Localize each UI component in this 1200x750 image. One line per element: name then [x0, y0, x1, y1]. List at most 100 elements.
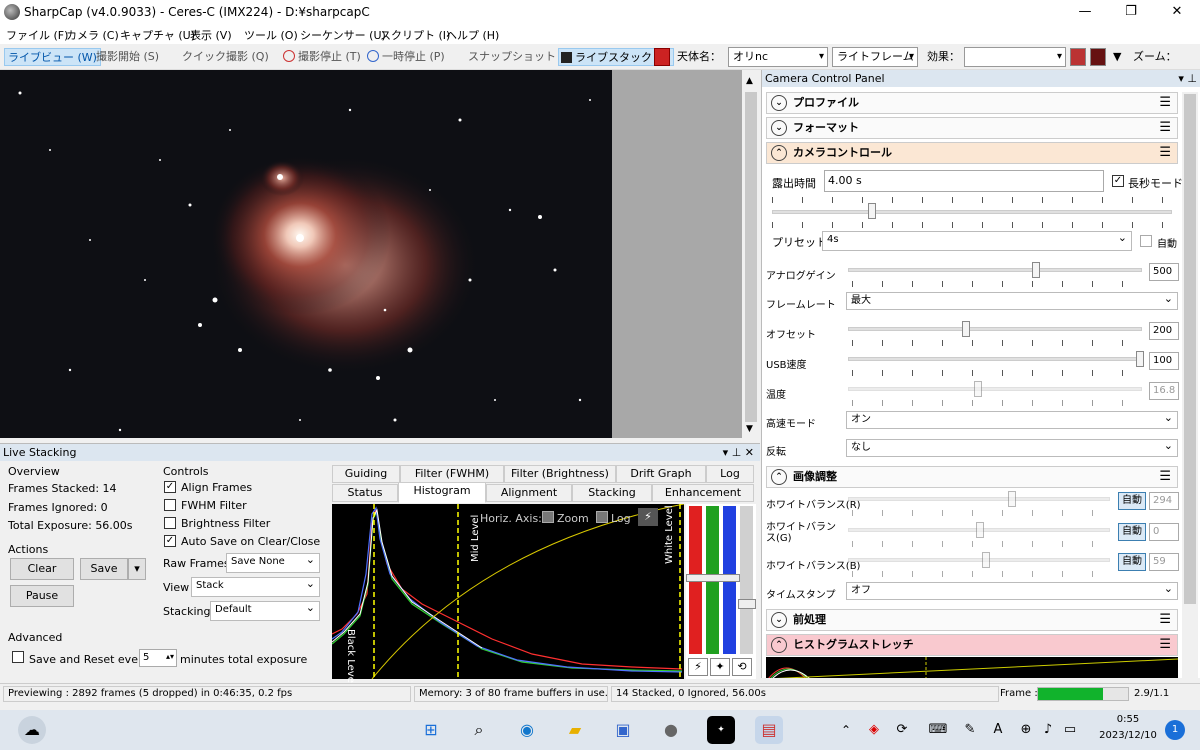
panel-scrollbar[interactable]	[1182, 92, 1198, 678]
offset-slider[interactable]	[848, 327, 1142, 331]
close-button[interactable]: ✕	[1154, 0, 1200, 24]
menu-view[interactable]: 表示 (V)	[190, 27, 232, 43]
wb-red-auto-button[interactable]: 自動	[1118, 492, 1146, 510]
tab-log[interactable]: Log	[706, 465, 754, 483]
menu-sequencer[interactable]: シーケンサー (U)	[300, 27, 386, 43]
usb-speed-slider[interactable]	[848, 357, 1142, 361]
ime-icon[interactable]: A	[984, 716, 1012, 744]
effect-select[interactable]	[964, 47, 1066, 67]
align-frames-checkbox[interactable]: ✓	[164, 481, 176, 493]
menu-help[interactable]: ヘルプ (H)	[446, 27, 499, 43]
menu-icon[interactable]: ☰	[1159, 143, 1171, 163]
histogram-stretch-section[interactable]: ⌃ ヒストグラムストレッチ ☰	[766, 634, 1178, 656]
level-sliders[interactable]: ⚡ ✦ ⟲	[686, 504, 756, 679]
tab-stacking[interactable]: Stacking	[572, 484, 652, 502]
offset-value[interactable]: 200	[1149, 322, 1179, 340]
star-icon[interactable]: ✦	[710, 658, 730, 676]
keyboard-icon[interactable]: ⌨	[924, 716, 952, 744]
pause-button[interactable]: 一時停止 (P)	[366, 48, 448, 66]
target-name-select[interactable]: オリnc	[728, 47, 828, 67]
wb-blue-slider[interactable]	[848, 558, 1110, 562]
exposure-input[interactable]: 4.00 s	[824, 170, 1104, 192]
red-circle-icon[interactable]	[1070, 48, 1086, 66]
wb-green-auto-button[interactable]: 自動	[1118, 523, 1146, 541]
menu-icon[interactable]: ☰	[1159, 467, 1171, 487]
maximize-button[interactable]: ❐	[1108, 0, 1154, 24]
highspeed-select[interactable]: オン	[846, 410, 1178, 429]
active-app-icon[interactable]: ▤	[755, 716, 783, 744]
panel-pin-icon[interactable]: ▾ ⊥	[1178, 70, 1197, 87]
exposure-slider[interactable]	[772, 210, 1172, 214]
lightning-icon[interactable]: ⚡	[688, 658, 708, 676]
preprocess-section[interactable]: ⌄ 前処理 ☰	[766, 609, 1178, 631]
stepper-arrows-icon[interactable]: ▴▾	[166, 649, 174, 665]
menu-icon[interactable]: ☰	[1159, 118, 1171, 138]
clear-button[interactable]: Clear	[10, 558, 74, 580]
fwhm-filter-checkbox[interactable]	[164, 499, 176, 511]
weather-icon[interactable]: ☁	[18, 716, 46, 744]
clock-time[interactable]: 0:55	[1096, 714, 1160, 725]
tab-drift-graph[interactable]: Drift Graph	[616, 465, 706, 483]
zoom-checkbox[interactable]	[542, 511, 554, 523]
notification-badge[interactable]: 1	[1165, 720, 1185, 740]
scroll-up-icon[interactable]: ▲	[746, 76, 753, 86]
pen-icon[interactable]: ✎	[956, 716, 984, 744]
scroll-down-icon[interactable]: ▼	[746, 424, 753, 434]
store-icon[interactable]: ▣	[609, 716, 637, 744]
framerate-select[interactable]: 最大	[846, 291, 1178, 310]
histogram-chart[interactable]: Horiz. Axis: Zoom Log ⚡ Black Level Mid …	[331, 503, 685, 686]
luminance-handle[interactable]	[738, 599, 756, 609]
raw-frames-select[interactable]: Save None	[226, 552, 320, 573]
tab-filter-brightness[interactable]: Filter (Brightness)	[504, 465, 616, 483]
save-reset-checkbox[interactable]	[12, 651, 24, 663]
analog-gain-value[interactable]: 500	[1149, 263, 1179, 281]
tab-histogram[interactable]: Histogram	[398, 482, 486, 503]
wb-blue-auto-button[interactable]: 自動	[1118, 553, 1146, 571]
analog-gain-slider[interactable]	[848, 268, 1142, 272]
menu-capture[interactable]: キャプチャ (U)	[120, 27, 195, 43]
start-menu-icon[interactable]: ⊞	[417, 716, 445, 744]
scrollbar-thumb[interactable]	[745, 92, 757, 422]
offset-thumb[interactable]	[962, 321, 970, 337]
level-handle[interactable]	[686, 574, 740, 582]
preview-scrollbar[interactable]: ▲ ▼	[742, 70, 760, 438]
image-adjust-section[interactable]: ⌃ 画像調整 ☰	[766, 466, 1178, 488]
preset-auto-checkbox[interactable]	[1140, 235, 1152, 247]
flip-select[interactable]: なし	[846, 438, 1178, 457]
camera-control-section[interactable]: ⌃ カメラコントロール ☰	[766, 142, 1178, 164]
menu-tools[interactable]: ツール (O)	[244, 27, 298, 43]
wb-red-slider[interactable]	[848, 497, 1110, 501]
analog-gain-thumb[interactable]	[1032, 262, 1040, 278]
auto-save-checkbox[interactable]: ✓	[164, 535, 176, 547]
wb-red-thumb[interactable]	[1008, 491, 1016, 507]
tab-filter-fwhm[interactable]: Filter (FWHM)	[400, 465, 504, 483]
search-icon[interactable]: ⌕	[465, 716, 493, 744]
minimize-button[interactable]: —	[1062, 0, 1108, 24]
stacking-select[interactable]: Default	[210, 600, 320, 621]
tray-chevron-icon[interactable]: ⌃	[832, 716, 860, 744]
exposure-slider-thumb[interactable]	[868, 203, 876, 219]
save-dropdown-icon[interactable]: ▾	[128, 558, 146, 580]
luminance-level-bar[interactable]	[740, 506, 753, 654]
menu-icon[interactable]: ☰	[1159, 610, 1171, 630]
usb-speed-thumb[interactable]	[1136, 351, 1144, 367]
stop-capture-button[interactable]: 撮影停止 (T)	[282, 48, 364, 66]
menu-icon[interactable]: ☰	[1159, 93, 1171, 113]
panel-scroll-thumb[interactable]	[1184, 94, 1196, 604]
tab-alignment[interactable]: Alignment	[486, 484, 572, 502]
red-grid-icon[interactable]	[1090, 48, 1106, 66]
quick-capture-button[interactable]: クイック撮影 (Q)	[168, 48, 272, 66]
sharpcap-taskbar-icon[interactable]: ●	[657, 716, 685, 744]
view-select[interactable]: Stack	[191, 576, 320, 597]
tab-guiding[interactable]: Guiding	[332, 465, 400, 483]
menu-scripting[interactable]: スクリプト (I)	[380, 27, 450, 43]
brightness-filter-checkbox[interactable]	[164, 517, 176, 529]
wb-blue-thumb[interactable]	[982, 552, 990, 568]
preset-select[interactable]: 4s	[822, 230, 1132, 251]
save-button[interactable]: Save	[80, 558, 128, 580]
start-capture-button[interactable]: 撮影開始 (S)	[80, 48, 162, 66]
reset-icon[interactable]: ⟲	[732, 658, 752, 676]
menu-camera[interactable]: カメラ (C)	[66, 27, 119, 43]
security-icon[interactable]: ◈	[860, 716, 888, 744]
menu-icon[interactable]: ☰	[1159, 635, 1171, 655]
